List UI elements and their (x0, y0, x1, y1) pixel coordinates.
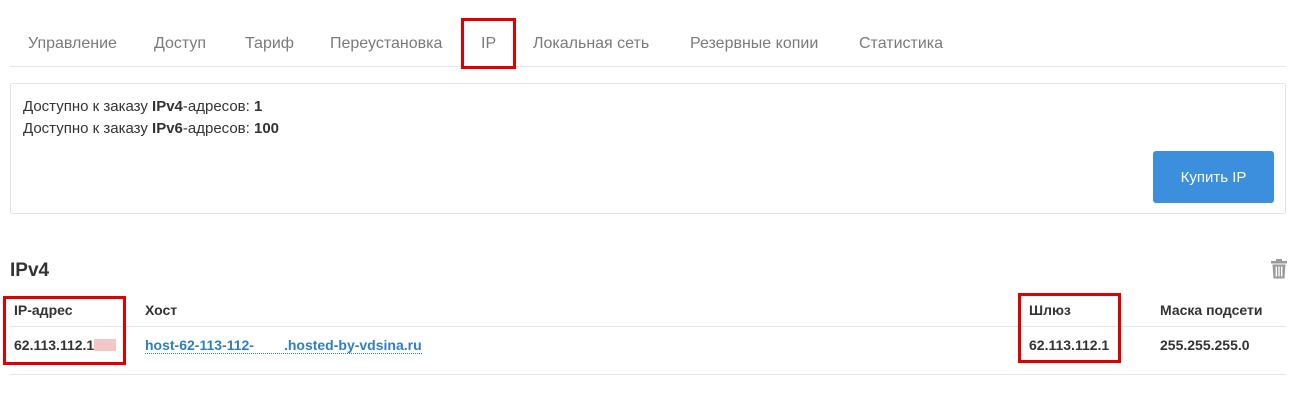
redaction-mark (94, 339, 117, 351)
ipv4-table: IP-адрес Хост Шлюз Маска подсети 62.113.… (10, 292, 1286, 375)
tab-local-network[interactable]: Локальная сеть (533, 35, 649, 53)
header-mask: Маска подсети (1160, 302, 1263, 318)
mask-value: 255.255.255.0 (1160, 337, 1250, 353)
table-row: 62.113.112.1 host-62-113-112- .hosted-by-… (10, 327, 1286, 375)
trash-icon[interactable] (1270, 259, 1288, 279)
tab-tariff[interactable]: Тариф (245, 35, 294, 53)
buy-ip-button[interactable]: Купить IP (1153, 151, 1274, 203)
ipv6-availability: Доступно к заказу IPv6-адресов: 100 (23, 120, 280, 137)
table-header: IP-адрес Хост Шлюз Маска подсети (10, 292, 1286, 327)
tab-bar: Управление Доступ Тариф Переустановка IP… (10, 22, 1285, 67)
section-title: IPv4 (10, 260, 50, 281)
ipv4-availability: Доступно к заказу IPv4-адресов: 1 (23, 98, 263, 115)
tab-reinstall[interactable]: Переустановка (330, 35, 442, 53)
tab-access[interactable]: Доступ (154, 35, 206, 53)
header-ip: IP-адрес (14, 302, 73, 318)
header-host: Хост (145, 302, 178, 318)
ip-availability-card: Доступно к заказу IPv4-адресов: 1 Доступ… (10, 83, 1286, 214)
gateway-value: 62.113.112.1 (1029, 337, 1110, 353)
tab-backups[interactable]: Резервные копии (690, 35, 818, 53)
ip-address-value: 62.113.112.1 (14, 337, 117, 353)
tab-ip[interactable]: IP (481, 35, 496, 53)
tab-management[interactable]: Управление (28, 35, 117, 53)
host-link[interactable]: host-62-113-112- .hosted-by-vdsina.ru (145, 337, 422, 354)
tab-statistics[interactable]: Статистика (859, 35, 943, 53)
header-gateway: Шлюз (1029, 302, 1071, 318)
